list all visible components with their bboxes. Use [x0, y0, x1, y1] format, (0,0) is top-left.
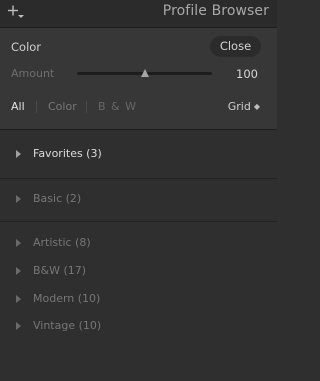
- profile-group-list: Favorites (3) Basic (2) Artistic (8) B&W…: [0, 131, 277, 381]
- profile-group-artistic[interactable]: Artistic (8): [0, 234, 277, 254]
- favorites-section: Favorites (3): [0, 131, 277, 179]
- view-mode-label: Grid: [227, 100, 251, 113]
- creative-section: Artistic (8) B&W (17) Modern (10) Vintag…: [0, 222, 277, 381]
- profile-group-vintage[interactable]: Vintage (10): [0, 317, 277, 337]
- amount-value[interactable]: 100: [236, 67, 258, 81]
- expand-triangle-icon: [16, 322, 21, 330]
- add-profile-icon[interactable]: [7, 4, 25, 20]
- title-bar: Profile Browser: [0, 0, 277, 28]
- profile-group-label: Vintage (10): [33, 319, 102, 332]
- filter-all[interactable]: All: [11, 100, 25, 113]
- expand-triangle-icon: [16, 150, 21, 158]
- profile-group-label: Basic (2): [33, 192, 82, 205]
- profile-group-modern[interactable]: Modern (10): [0, 290, 277, 310]
- profile-group-label: Artistic (8): [33, 236, 91, 249]
- profile-group-label: B&W (17): [33, 264, 87, 277]
- updown-chevron-icon: ◆: [253, 102, 260, 111]
- profile-group-label: Favorites (3): [33, 147, 102, 160]
- profile-group-favorites[interactable]: Favorites (3): [0, 145, 277, 165]
- panel-title: Profile Browser: [162, 3, 269, 19]
- amount-slider[interactable]: [77, 69, 212, 77]
- expand-triangle-icon: [16, 295, 21, 303]
- profile-group-bw[interactable]: B&W (17): [0, 262, 277, 282]
- close-button[interactable]: Close: [210, 36, 261, 57]
- expand-triangle-icon: [16, 195, 21, 203]
- profile-group-basic[interactable]: Basic (2): [0, 190, 277, 210]
- expand-triangle-icon: [16, 239, 21, 247]
- expand-triangle-icon: [16, 267, 21, 275]
- view-mode-select[interactable]: Grid ◆: [228, 100, 260, 113]
- selected-profile-label: Color: [11, 40, 42, 54]
- amount-label: Amount: [11, 67, 55, 80]
- filter-color[interactable]: Color: [48, 100, 77, 113]
- filter-divider: [86, 101, 87, 113]
- basic-section: Basic (2): [0, 179, 277, 222]
- profile-filter-bar: All Color B & W Grid ◆: [0, 96, 277, 122]
- filter-divider: [36, 101, 37, 113]
- filter-bw[interactable]: B & W: [98, 100, 137, 113]
- profile-group-label: Modern (10): [33, 292, 101, 305]
- amount-slider-thumb[interactable]: [140, 69, 149, 77]
- profile-controls: Color Close Amount 100 All Color B & W G…: [0, 28, 277, 130]
